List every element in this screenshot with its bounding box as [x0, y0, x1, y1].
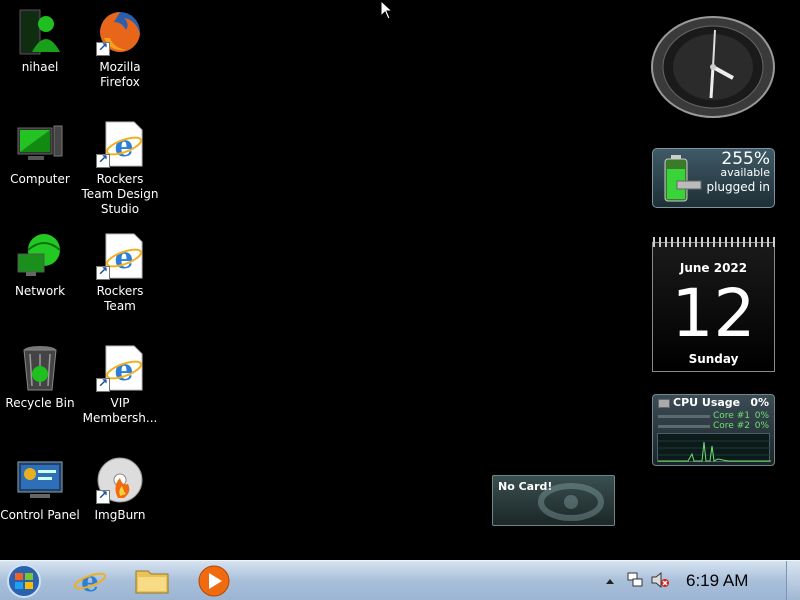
chevron-up-icon: [606, 579, 614, 584]
taskbar: e 6:19 AM: [0, 560, 800, 600]
desktop-icon-computer[interactable]: Computer: [0, 120, 80, 187]
battery-status-available: available: [720, 166, 770, 179]
battery-status-plugged: plugged in: [706, 180, 770, 194]
desktop-icon-label: Mozilla Firefox: [99, 60, 141, 89]
calendar-gadget[interactable]: June 2022 12 Sunday: [652, 237, 776, 372]
desktop-icon-label: Network: [14, 284, 66, 298]
firefox-icon: [96, 8, 144, 56]
battery-gadget[interactable]: 255% available plugged in: [652, 148, 775, 208]
internet-explorer-icon: e: [96, 232, 144, 280]
calendar-rings: [653, 237, 776, 247]
network-tray-icon: [627, 572, 643, 587]
cpu-usage-gadget[interactable]: CPU Usage 0% Core #1 0% Core #2 0%: [652, 394, 775, 466]
desktop-icon-label: Rockers Team: [96, 284, 144, 313]
start-button[interactable]: [4, 563, 48, 599]
desktop-icon-recycle-bin[interactable]: Recycle Bin: [0, 344, 80, 411]
cpu-title: CPU Usage: [673, 396, 741, 409]
show-desktop-button[interactable]: [786, 561, 800, 600]
desktop-icon-imgburn[interactable]: ImgBurn: [80, 456, 160, 523]
cpu-core1-value: 0%: [754, 411, 769, 421]
gpu-monitor-gadget[interactable]: No Card!: [492, 475, 615, 526]
calendar-month-year: June 2022: [679, 261, 748, 275]
nvidia-eye-icon: [535, 482, 613, 522]
desktop-icon-label: Rockers Team Design Studio: [81, 172, 159, 216]
desktop-icon-nihael[interactable]: nihael: [0, 8, 80, 75]
shortcut-arrow-icon: [96, 40, 110, 56]
battery-icon: [663, 155, 702, 202]
desktop-icon-rockers-team[interactable]: e Rockers Team: [80, 232, 160, 314]
desktop-icon-label: VIP Membersh...: [82, 396, 158, 425]
taskbar-internet-explorer[interactable]: e: [66, 563, 114, 599]
user-folder-icon: [16, 8, 64, 56]
desktop-icon-firefox[interactable]: Mozilla Firefox: [80, 8, 160, 90]
shortcut-arrow-icon: [96, 488, 110, 504]
shortcut-arrow-icon: [96, 264, 110, 280]
file-explorer-icon: [135, 570, 169, 594]
desktop-icon-rockers-team-design-studio[interactable]: e Rockers Team Design Studio: [80, 120, 160, 217]
cpu-core2-value: 0%: [754, 421, 769, 431]
network-icon: [16, 232, 64, 280]
recycle-bin-icon: [16, 344, 64, 392]
control-panel-icon: [16, 456, 64, 504]
calendar-day: 12: [671, 275, 756, 352]
svg-text:e: e: [81, 565, 99, 598]
svg-text:e: e: [114, 129, 133, 164]
taskbar-file-explorer[interactable]: [128, 563, 176, 599]
taskbar-media-player[interactable]: [190, 563, 238, 599]
internet-explorer-icon: e: [96, 344, 144, 392]
internet-explorer-icon: e: [73, 565, 107, 598]
cpu-history-graph: [657, 433, 771, 462]
shortcut-arrow-icon: [96, 152, 110, 168]
desktop-icon-vip-membership[interactable]: e VIP Membersh...: [80, 344, 160, 426]
cpu-core2-label: Core #2: [713, 421, 750, 431]
svg-text:e: e: [114, 241, 133, 276]
desktop-icon-label: nihael: [21, 60, 59, 74]
svg-text:e: e: [114, 353, 133, 388]
desktop-icon-control-panel[interactable]: Control Panel: [0, 456, 80, 523]
tray-clock[interactable]: 6:19 AM: [686, 571, 748, 591]
computer-icon: [16, 120, 64, 168]
desktop-icon-label: Recycle Bin: [5, 396, 75, 410]
clock-face-icon: [651, 16, 775, 118]
show-hidden-icons-button[interactable]: [604, 573, 616, 587]
desktop-icon-network[interactable]: Network: [0, 232, 80, 299]
imgburn-icon: [96, 456, 144, 504]
internet-explorer-icon: e: [96, 120, 144, 168]
desktop-icon-label: Computer: [10, 172, 70, 186]
cpu-core2-bar: [658, 425, 710, 428]
calendar-weekday: Sunday: [688, 352, 739, 366]
media-player-icon: [198, 565, 230, 597]
desktop-icon-label: Control Panel: [0, 508, 80, 522]
desktop-icon-label: ImgBurn: [94, 508, 146, 522]
volume-tray-button[interactable]: [650, 571, 670, 589]
clock-gadget[interactable]: [651, 16, 776, 119]
cpu-core1-label: Core #1: [713, 411, 750, 421]
cpu-total-value: 0%: [750, 396, 769, 409]
network-tray-button[interactable]: [626, 571, 644, 589]
cpu-chip-icon: [658, 399, 670, 408]
start-orb-icon: [7, 564, 41, 598]
shortcut-arrow-icon: [96, 376, 110, 392]
mouse-cursor-icon: [380, 0, 394, 24]
cpu-core1-bar: [658, 415, 710, 418]
volume-muted-icon: [651, 571, 669, 589]
